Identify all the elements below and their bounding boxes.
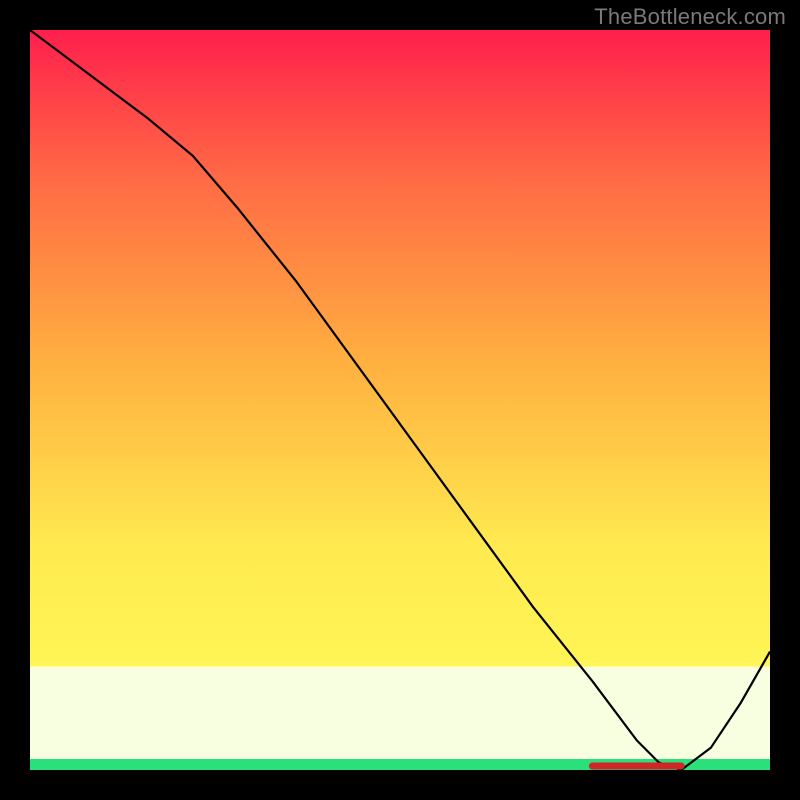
- curve-overlay: [30, 30, 770, 770]
- watermark-text: TheBottleneck.com: [594, 4, 786, 30]
- bottleneck-curve: [30, 30, 770, 770]
- chart-frame: TheBottleneck.com: [0, 0, 800, 800]
